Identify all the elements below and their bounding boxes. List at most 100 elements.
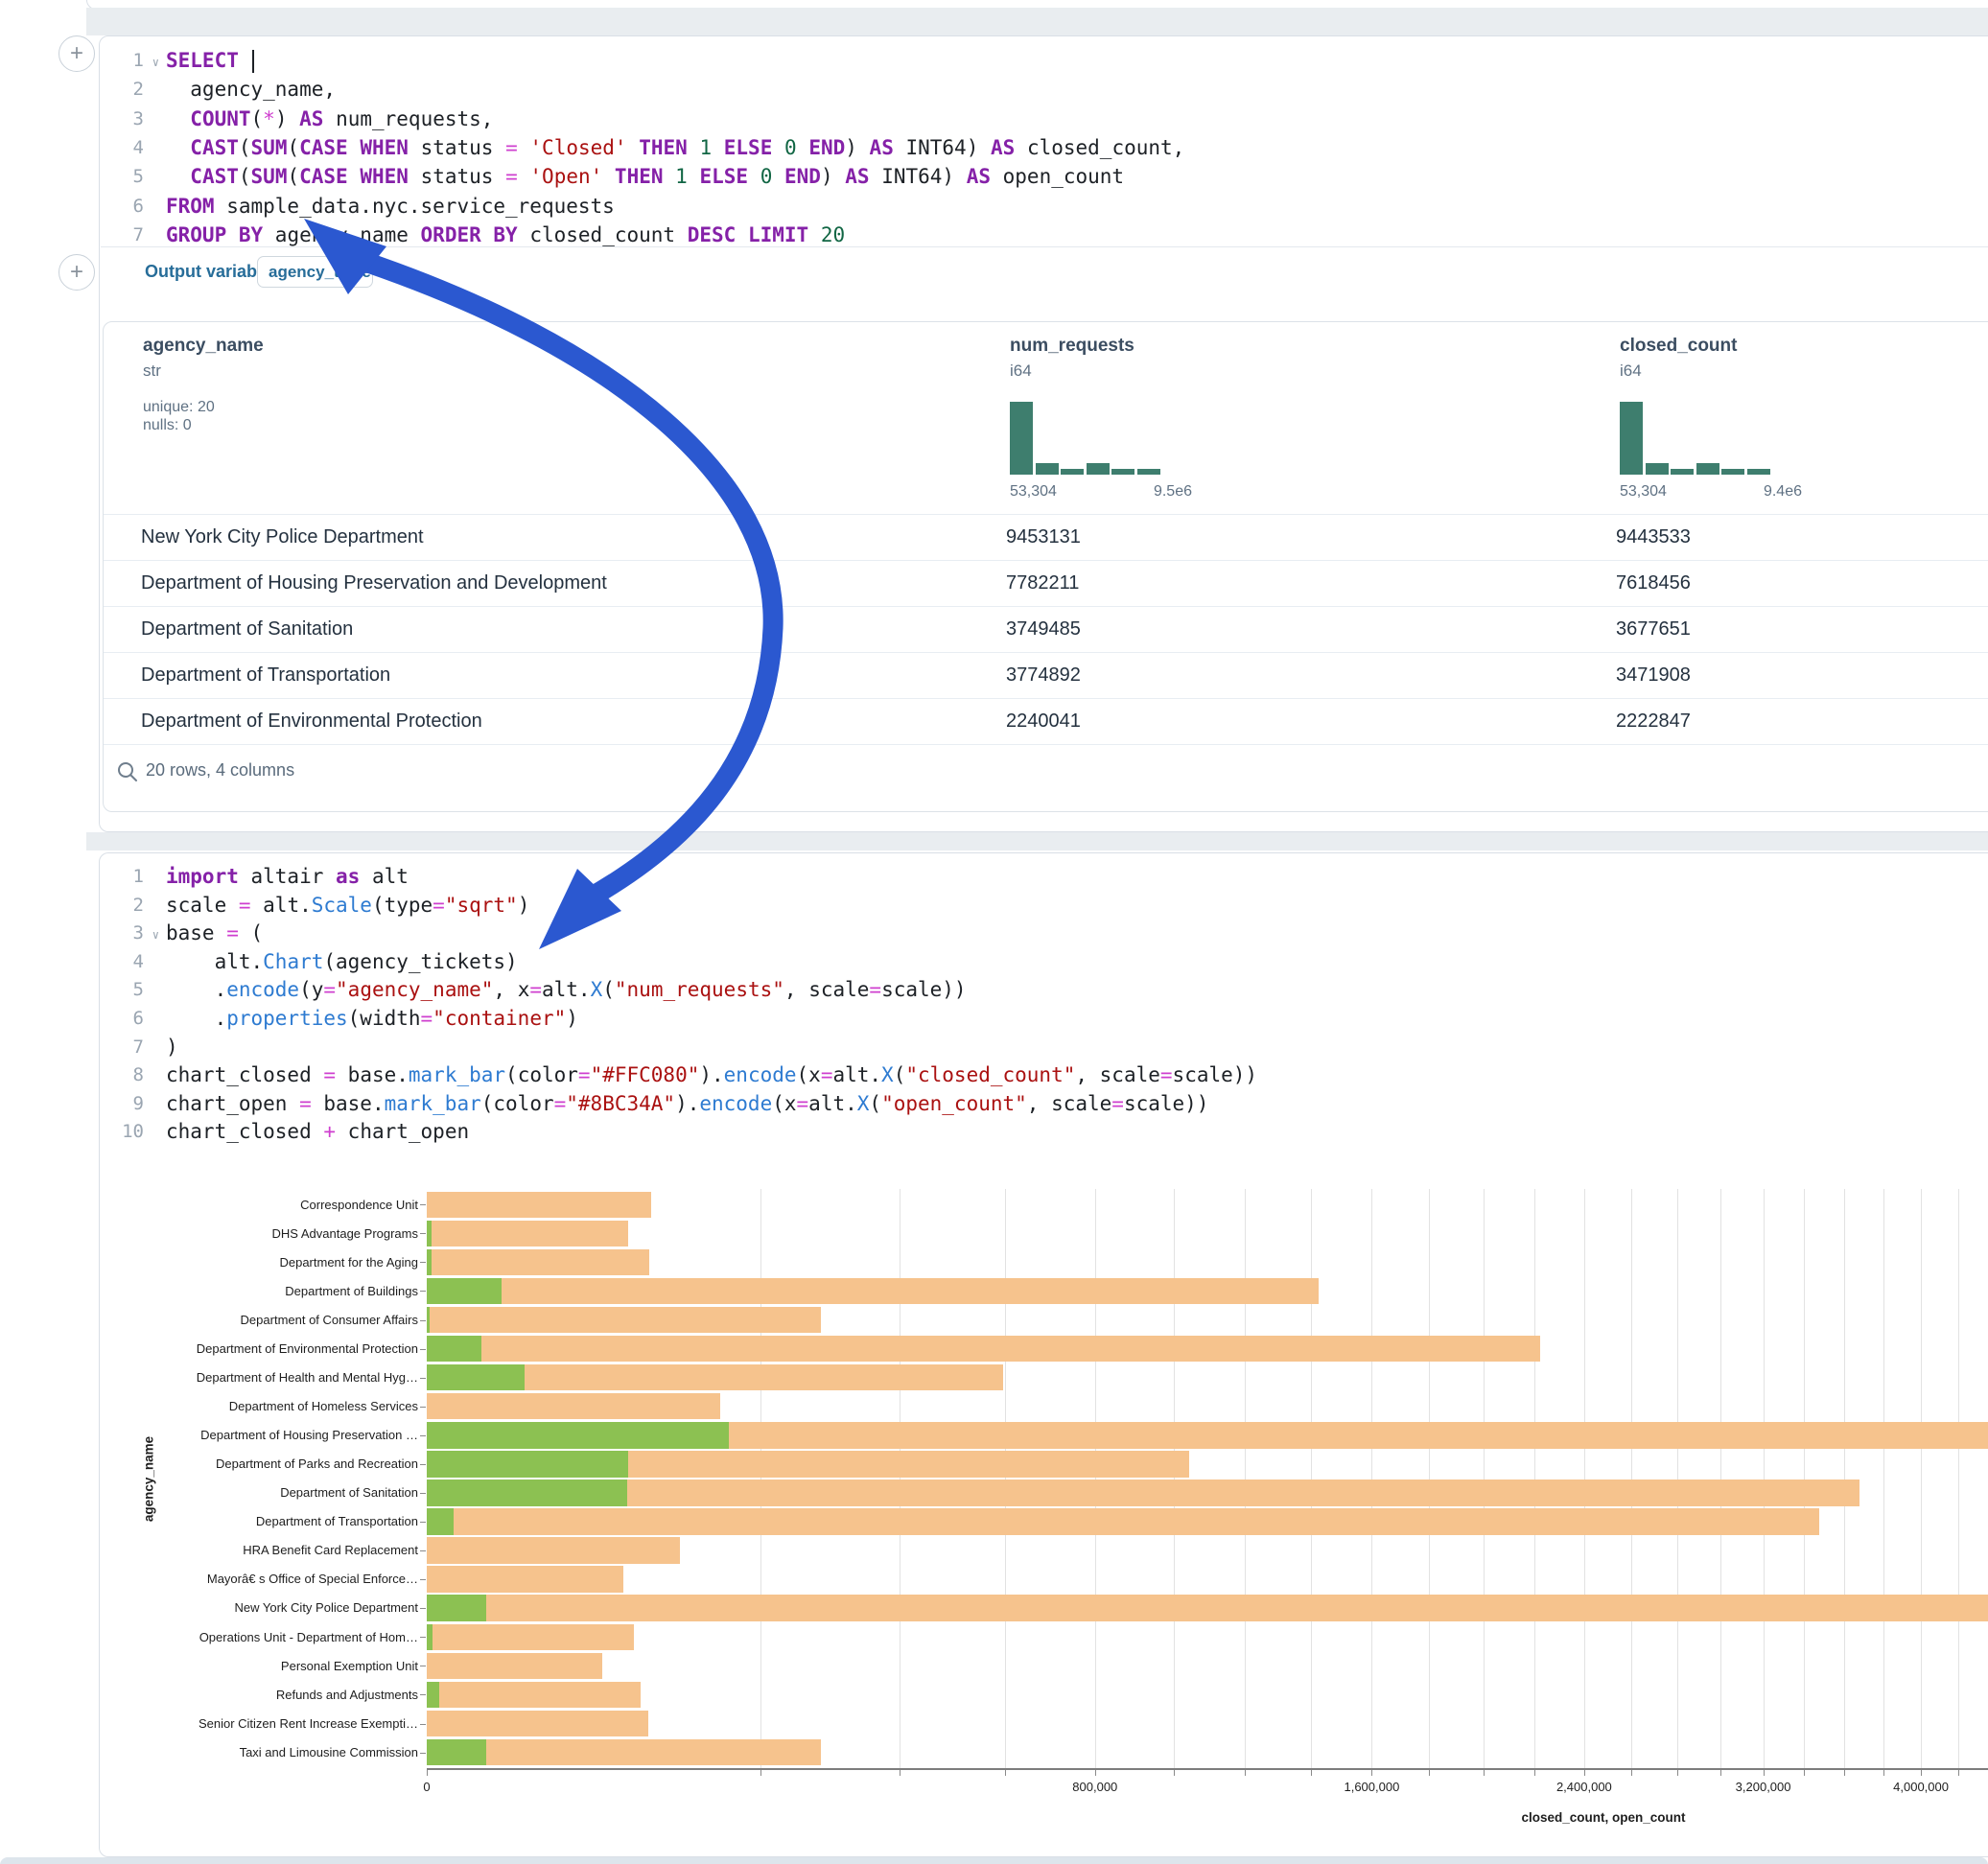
code-line[interactable]: 3∨base = ( xyxy=(100,919,1979,947)
token: ( xyxy=(287,136,299,159)
line-number: 4 xyxy=(100,947,163,976)
cell-divider xyxy=(101,246,1988,247)
column-name[interactable]: agency_name xyxy=(143,336,264,357)
token: import xyxy=(166,865,239,888)
y-axis-tick xyxy=(420,1320,426,1321)
code-line[interactable]: 1import altair as alt xyxy=(100,862,1979,891)
search-icon[interactable] xyxy=(116,760,139,783)
code-line[interactable]: 4 CAST(SUM(CASE WHEN status = 'Closed' T… xyxy=(100,133,1979,162)
token: ( xyxy=(869,1092,881,1115)
x-axis-tick xyxy=(1005,1770,1006,1776)
code-line[interactable]: 7GROUP BY agency_name ORDER BY closed_co… xyxy=(100,221,1979,249)
line-number: 10 xyxy=(100,1117,163,1146)
code-line[interactable]: 1∨SELECT xyxy=(100,46,1979,75)
code-line[interactable]: 6 .properties(width="container") xyxy=(100,1004,1979,1033)
token xyxy=(348,136,361,159)
code-line[interactable]: 6FROM sample_data.nyc.service_requests xyxy=(100,192,1979,221)
y-axis-label: Department of Sanitation xyxy=(115,1480,418,1506)
histogram-min-label: 53,304 xyxy=(1620,483,1667,501)
cell-gap xyxy=(86,832,1988,850)
gridline xyxy=(1311,1189,1312,1768)
token xyxy=(239,49,251,72)
fold-chevron-icon[interactable]: ∨ xyxy=(152,48,159,77)
token: ELSE xyxy=(699,165,748,188)
token: (color xyxy=(481,1092,554,1115)
cell-closed-count[interactable]: 9443533 xyxy=(1616,514,1691,560)
token: ( xyxy=(239,136,251,159)
y-axis-label: Taxi and Limousine Commission xyxy=(115,1739,418,1766)
token xyxy=(748,165,760,188)
token: (y xyxy=(299,978,323,1001)
cell-agency-name[interactable]: New York City Police Department xyxy=(141,514,424,560)
cell-agency-name[interactable]: Department of Environmental Protection xyxy=(141,698,482,744)
token: 1 xyxy=(699,136,712,159)
add-cell-button-middle[interactable]: + xyxy=(58,254,95,291)
code-line[interactable]: 5 CAST(SUM(CASE WHEN status = 'Open' THE… xyxy=(100,162,1979,191)
y-axis-tick xyxy=(420,1349,426,1350)
line-number-value: 5 xyxy=(133,975,144,1004)
cell-num-requests[interactable]: 3774892 xyxy=(1006,652,1081,698)
y-axis-label: Senior Citizen Rent Increase Exempti… xyxy=(115,1711,418,1737)
token: THEN xyxy=(639,136,688,159)
token: "open_count" xyxy=(881,1092,1027,1115)
cell-num-requests[interactable]: 7782211 xyxy=(1006,560,1079,606)
cell-num-requests[interactable]: 9453131 xyxy=(1006,514,1081,560)
code-line[interactable]: 4 alt.Chart(agency_tickets) xyxy=(100,947,1979,976)
token: X xyxy=(881,1063,894,1086)
token: status xyxy=(409,136,505,159)
add-cell-button-top[interactable]: + xyxy=(58,35,95,72)
x-axis-tick-label: 800,000 xyxy=(1052,1780,1138,1794)
fold-chevron-icon[interactable]: ∨ xyxy=(152,920,159,949)
gridline xyxy=(1245,1189,1246,1768)
code-line[interactable]: 2scale = alt.Scale(type="sqrt") xyxy=(100,891,1979,920)
token: = xyxy=(821,1063,833,1086)
table-summary: 20 rows, 4 columns xyxy=(146,758,294,782)
cell-closed-count[interactable]: 3677651 xyxy=(1616,606,1691,652)
x-axis-tick xyxy=(427,1770,428,1776)
token: X xyxy=(857,1092,870,1115)
line-number: 1∨ xyxy=(100,46,163,75)
code-line[interactable]: 3 COUNT(*) AS num_requests, xyxy=(100,105,1979,133)
token xyxy=(518,136,530,159)
line-number: 6 xyxy=(100,192,163,221)
token: alt. xyxy=(832,1063,881,1086)
token: agency_name, xyxy=(166,78,336,101)
code-line[interactable]: 5 .encode(y="agency_name", x=alt.X("num_… xyxy=(100,975,1979,1004)
cell-agency-name[interactable]: Department of Transportation xyxy=(141,652,390,698)
y-axis-label: Department for the Aging xyxy=(115,1249,418,1276)
text-cursor xyxy=(252,50,254,73)
code-line[interactable]: 2 agency_name, xyxy=(100,75,1979,104)
code-line[interactable]: 8chart_closed = base.mark_bar(color="#FF… xyxy=(100,1060,1979,1089)
token: , scale xyxy=(1075,1063,1160,1086)
token: alt. xyxy=(166,950,263,973)
x-axis-tick xyxy=(1534,1770,1535,1776)
code-line[interactable]: 9chart_open = base.mark_bar(color="#8BC3… xyxy=(100,1089,1979,1118)
cell-agency-name[interactable]: Department of Sanitation xyxy=(141,606,353,652)
token: AS xyxy=(870,136,894,159)
code-line[interactable]: 10chart_closed + chart_open xyxy=(100,1117,1979,1146)
token xyxy=(772,165,784,188)
token: "closed_count" xyxy=(905,1063,1075,1086)
column-name[interactable]: closed_count xyxy=(1620,336,1737,357)
cell-closed-count[interactable]: 2222847 xyxy=(1616,698,1691,744)
token: 0 xyxy=(760,165,773,188)
token: . xyxy=(166,978,226,1001)
token: chart_closed xyxy=(166,1120,323,1143)
token: INT64) xyxy=(870,165,967,188)
output-variable-input[interactable]: agency_tickets xyxy=(257,256,373,288)
column-name[interactable]: num_requests xyxy=(1010,336,1134,357)
cell-agency-name[interactable]: Department of Housing Preservation and D… xyxy=(141,560,607,606)
cell-num-requests[interactable]: 3749485 xyxy=(1006,606,1081,652)
token: "container" xyxy=(433,1007,566,1030)
y-axis-tick xyxy=(420,1233,426,1234)
code-line[interactable]: 7) xyxy=(100,1033,1979,1061)
token: alt. xyxy=(808,1092,857,1115)
y-axis-tick xyxy=(420,1637,426,1638)
cell-closed-count[interactable]: 3471908 xyxy=(1616,652,1691,698)
y-axis-tick xyxy=(420,1204,426,1205)
token: = xyxy=(226,921,239,944)
token: , scale xyxy=(784,978,870,1001)
output-variable-value: agency_tickets xyxy=(269,263,373,281)
cell-num-requests[interactable]: 2240041 xyxy=(1006,698,1081,744)
cell-closed-count[interactable]: 7618456 xyxy=(1616,560,1691,606)
